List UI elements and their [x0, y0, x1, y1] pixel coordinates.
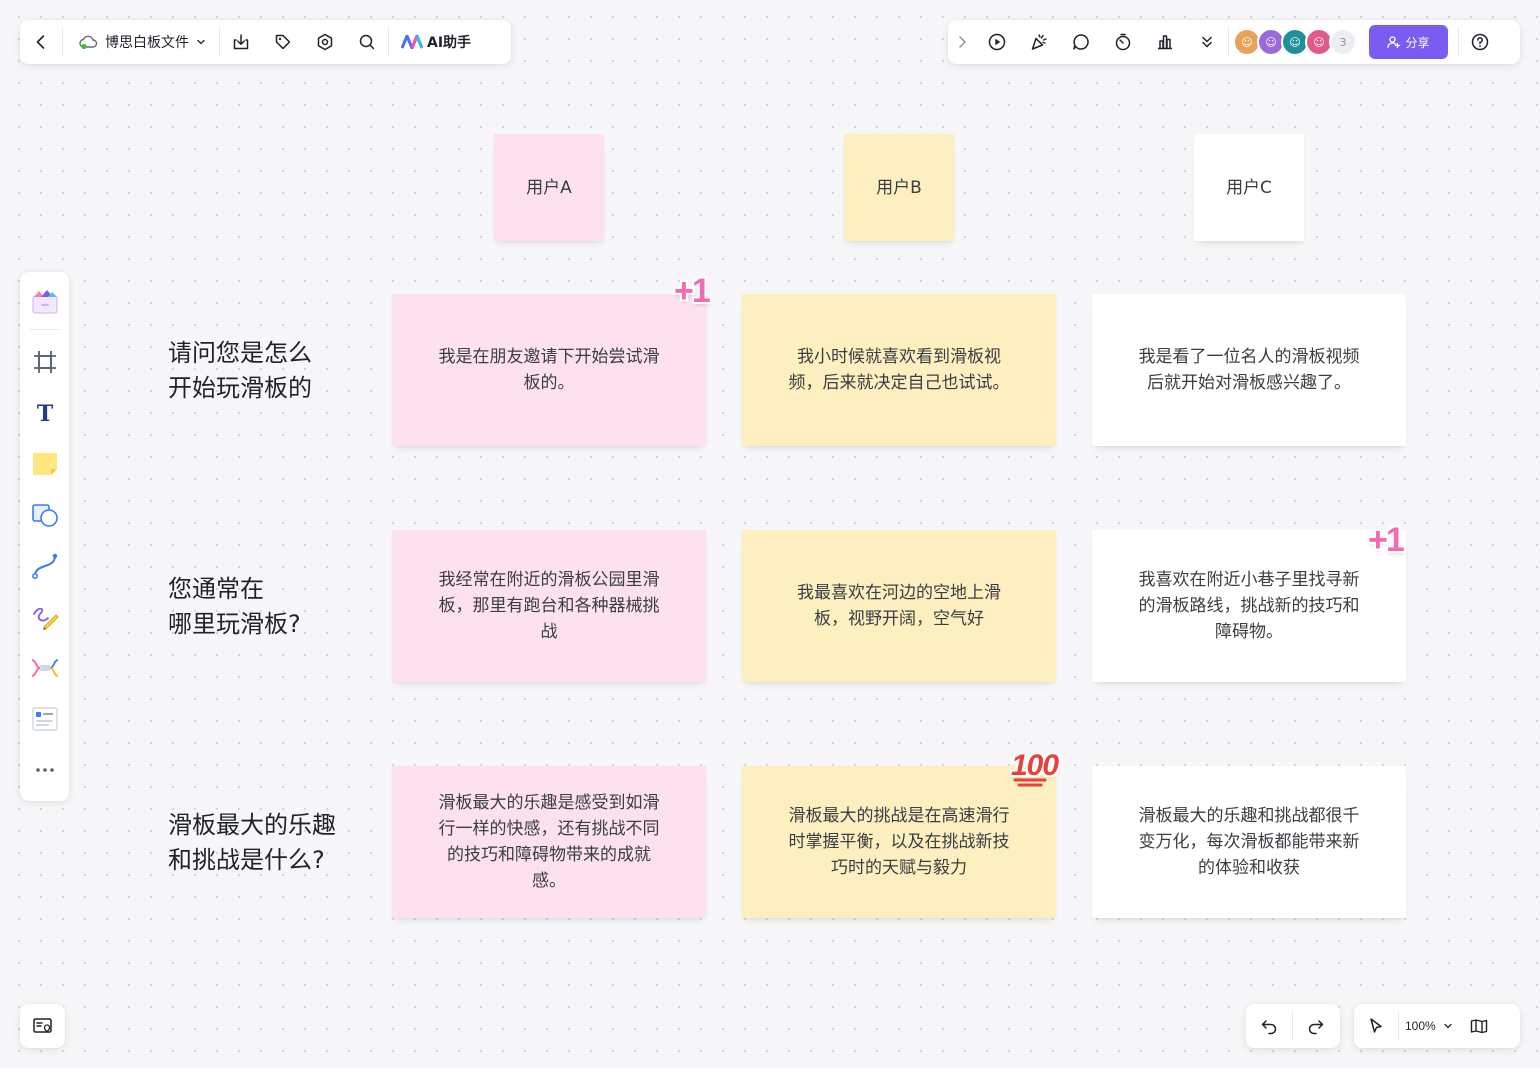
help-icon [1471, 33, 1489, 51]
present-button[interactable] [976, 20, 1018, 64]
play-circle-icon [988, 33, 1006, 51]
tag-button[interactable] [262, 20, 304, 64]
tag-icon [275, 34, 291, 50]
connector-tool[interactable] [20, 540, 69, 591]
user-header-note[interactable]: 用户C [1194, 134, 1304, 241]
minimap-icon [32, 1018, 52, 1033]
party-popper-icon [1031, 34, 1047, 50]
shapes-icon [31, 503, 58, 527]
zoom-bar: 100% [1354, 1004, 1520, 1048]
open-book-icon [1470, 1019, 1487, 1034]
connector-curve-icon [31, 553, 57, 579]
timer-button[interactable] [1102, 20, 1144, 64]
pen-icon [32, 607, 59, 630]
templates-icon [32, 289, 57, 313]
underline-icon [1013, 778, 1047, 787]
answer-sticky-note[interactable]: 我经常在附近的滑板公园里滑板，那里有跑台和各种器械挑战 [392, 530, 706, 682]
plus-one-sticker[interactable]: +1 [1368, 521, 1405, 560]
ai-assistant-label: AI助手 [427, 35, 472, 51]
file-title-dropdown[interactable]: 博思白板文件 [63, 20, 219, 64]
select-tool-button[interactable] [1354, 1004, 1398, 1048]
double-chevron-down-icon [1202, 36, 1212, 48]
collaborator-avatars[interactable]: ☺ ☺ ☺ ☺ 3 [1233, 28, 1357, 56]
cursor-arrow-icon [1370, 1018, 1382, 1033]
search-icon [359, 34, 375, 50]
answer-sticky-note[interactable]: 我是看了一位名人的滑板视频后就开始对滑板感兴趣了。 [1092, 294, 1406, 446]
undo-button[interactable] [1246, 1004, 1292, 1048]
undo-icon [1261, 1020, 1277, 1035]
sticky-note-icon [32, 452, 57, 475]
download-button[interactable] [220, 20, 262, 64]
search-button[interactable] [346, 20, 388, 64]
collapse-toolbar-button[interactable] [948, 20, 976, 64]
ai-logo-icon [401, 35, 423, 49]
shape-tool[interactable] [20, 489, 69, 540]
question-text[interactable]: 请问您是怎么 开始玩滑板的 [168, 336, 312, 406]
comment-icon [1073, 34, 1089, 50]
back-button[interactable] [20, 20, 62, 64]
chevron-right-icon [959, 36, 967, 48]
answer-sticky-note[interactable]: 滑板最大的乐趣是感受到如滑行一样的快感，还有挑战不同的技巧和障碍物带来的成就感。 [392, 766, 706, 918]
divider [1228, 28, 1229, 56]
zoom-level: 100% [1405, 1019, 1436, 1033]
chevron-left-icon [36, 35, 45, 49]
frame-icon [33, 350, 56, 373]
table-card-icon [31, 706, 58, 731]
comment-button[interactable] [1060, 20, 1102, 64]
answer-sticky-note[interactable]: 我是在朋友邀请下开始尝试滑板的。 [392, 294, 706, 446]
answer-sticky-note[interactable]: 我喜欢在附近小巷子里找寻新的滑板路线，挑战新的技巧和障碍物。 [1092, 530, 1406, 682]
more-tools-button[interactable] [1186, 20, 1228, 64]
user-header-note[interactable]: 用户A [494, 134, 604, 241]
svg-text:T: T [36, 401, 53, 427]
hundred-sticker-text: 100 [1011, 749, 1059, 782]
book-view-button[interactable] [1460, 1004, 1498, 1048]
zoom-dropdown[interactable]: 100% [1399, 1004, 1460, 1048]
pen-tool[interactable] [20, 591, 69, 642]
user-header-note[interactable]: 用户B [844, 134, 954, 241]
text-tool[interactable]: T [20, 387, 69, 438]
mind-map-icon [31, 658, 58, 677]
text-icon: T [36, 401, 53, 427]
tool-rail: T [20, 272, 69, 801]
answer-sticky-note[interactable]: 滑板最大的乐趣和挑战都很千变万化，每次滑板都能带来新的体验和收获 [1092, 766, 1406, 918]
timer-icon [1115, 33, 1131, 51]
question-text[interactable]: 您通常在 哪里玩滑板? [168, 572, 301, 642]
undo-redo-bar [1246, 1004, 1340, 1048]
answer-sticky-note[interactable]: 滑板最大的挑战是在高速滑行时掌握平衡，以及在挑战新技巧时的天赋与毅力 [742, 766, 1056, 918]
share-label: 分享 [1405, 35, 1430, 50]
mind-map-tool[interactable] [20, 642, 69, 693]
redo-icon [1308, 1020, 1324, 1035]
frame-tool[interactable] [20, 336, 69, 387]
add-user-icon [1387, 36, 1401, 49]
cloud-saved-icon [79, 35, 98, 50]
bar-chart-icon [1158, 35, 1172, 50]
templates-tool[interactable] [20, 276, 69, 327]
sticky-note-tool[interactable] [20, 438, 69, 489]
divider [29, 329, 60, 330]
gear-icon [317, 33, 333, 51]
vote-button[interactable] [1144, 20, 1186, 64]
answer-sticky-note[interactable]: 我最喜欢在河边的空地上滑板，视野开阔，空气好 [742, 530, 1056, 682]
more-tools-rail-button[interactable] [20, 744, 69, 795]
share-button[interactable]: 分享 [1369, 25, 1448, 59]
collaborator-count[interactable]: 3 [1329, 28, 1357, 56]
hundred-points-sticker[interactable]: 100 [1011, 749, 1059, 787]
answer-sticky-note[interactable]: 我小时候就喜欢看到滑板视频，后来就决定自己也试试。 [742, 294, 1056, 446]
top-right-toolbar: ☺ ☺ ☺ ☺ 3 分享 [948, 20, 1520, 64]
chevron-down-icon [1444, 1023, 1452, 1029]
table-tool[interactable] [20, 693, 69, 744]
celebrate-button[interactable] [1018, 20, 1060, 64]
question-text[interactable]: 滑板最大的乐趣 和挑战是什么? [168, 808, 336, 878]
ai-assistant-button[interactable]: AI助手 [389, 20, 483, 64]
settings-button[interactable] [304, 20, 346, 64]
plus-one-sticker[interactable]: +1 [674, 272, 711, 311]
file-name: 博思白板文件 [105, 35, 189, 51]
top-left-toolbar: 博思白板文件 AI助手 [20, 20, 511, 64]
redo-button[interactable] [1293, 1004, 1339, 1048]
download-icon [233, 34, 249, 50]
more-horizontal-icon [35, 767, 54, 772]
help-button[interactable] [1459, 20, 1501, 64]
chevron-down-icon [197, 39, 205, 45]
minimap-button[interactable] [20, 1004, 65, 1048]
